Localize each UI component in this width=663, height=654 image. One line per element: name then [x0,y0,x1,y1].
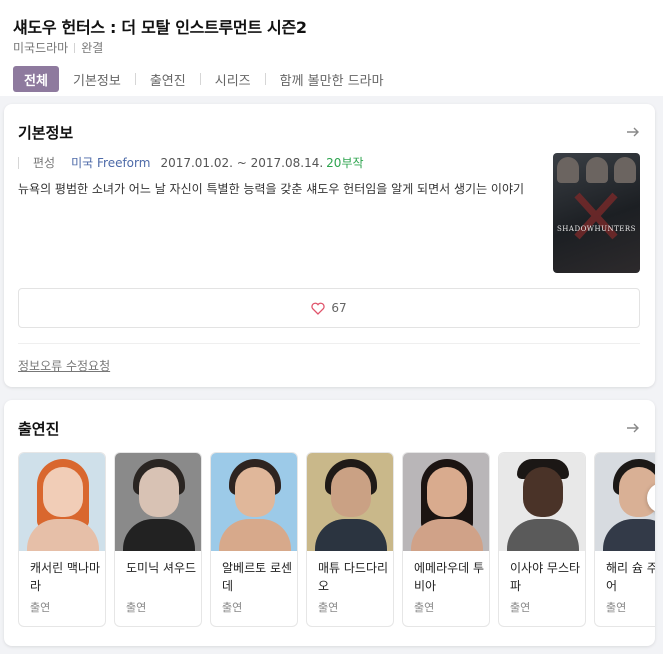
cast-role: 출연 [606,601,627,614]
arrow-right-icon[interactable] [625,420,641,436]
cast-member[interactable]: 매튜 다드다리오 출연 [306,452,394,627]
poster-face [557,157,579,183]
shoulders [315,519,387,551]
basic-info-card: 기본정보 편성 미국 Freeform 2017.01.02. ~ 2017.0… [4,104,655,387]
air-dates: 2017.01.02. ~ 2017.08.14. [160,155,324,170]
cast-photo [211,453,297,551]
poster-x-mark [574,192,618,240]
genre-label: 미국드라마 [13,41,69,55]
divider [199,73,201,85]
face [427,467,467,517]
tab-bar: 전체 기본정보 출연진 시리즈 함께 볼만한 드라마 [13,66,384,92]
cast-member[interactable]: 해리 슘 주니어 출연 [594,452,655,627]
cast-name: 알베르토 로센데 [222,561,293,593]
cast-title: 출연진 [18,420,60,438]
heart-icon [311,302,326,315]
cast-role: 출연 [30,601,51,614]
divider [74,42,76,53]
broadcast-info: 편성 미국 Freeform 2017.01.02. ~ 2017.08.14.… [18,154,364,171]
cast-member[interactable]: 이사야 무스타파 출연 [498,452,586,627]
cast-role: 출연 [222,601,243,614]
face [523,467,563,517]
cast-card-section: 출연진 캐서린 맥나마라 출연 도미닉 셔우드 출연 알베르토 로센데 출연 매… [4,400,655,646]
like-button[interactable]: 67 [18,288,640,328]
poster-face [585,157,608,183]
like-count: 67 [331,301,347,315]
cast-member[interactable]: 에메라우데 투비아 출연 [402,452,490,627]
cast-name: 캐서린 맥나마라 [30,561,101,593]
cast-photo [19,453,105,551]
broadcast-label: 편성 [33,156,56,170]
cast-member[interactable]: 도미닉 셔우드 출연 [114,452,202,627]
poster-face [614,157,636,183]
shoulders [507,519,579,551]
shoulders [219,519,291,551]
report-error-link[interactable]: 정보오류 수정요청 [18,357,110,374]
cast-photo [499,453,585,551]
cast-role: 출연 [510,601,531,614]
next-button[interactable] [647,483,655,513]
cast-photo [307,453,393,551]
cast-role: 출연 [126,601,147,614]
network-link[interactable]: 미국 Freeform [71,154,150,171]
status-label: 완결 [81,41,104,55]
face [43,467,83,517]
description: 뉴욕의 평범한 소녀가 어느 날 자신이 특별한 능력을 갖춘 섀도우 헌터임을… [18,182,525,196]
cast-list: 캐서린 맥나마라 출연 도미닉 셔우드 출연 알베르토 로센데 출연 매튜 다드… [18,452,655,627]
tab-related-dramas[interactable]: 함께 볼만한 드라마 [280,70,384,89]
header: 섀도우 헌터스 : 더 모탈 인스트루먼트 시즌2 미국드라마 완결 전체 기본… [0,0,663,96]
tab-all[interactable]: 전체 [13,66,59,92]
cast-role: 출연 [414,601,435,614]
cast-member[interactable]: 캐서린 맥나마라 출연 [18,452,106,627]
face [331,467,371,517]
cast-name: 이사야 무스타파 [510,561,581,593]
meta-line: 미국드라마 완결 [13,39,103,56]
basic-info-title: 기본정보 [18,124,74,142]
shoulders [603,519,655,551]
divider [18,156,19,169]
poster-faces [557,157,636,183]
cast-name: 에메라우데 투비아 [414,561,485,593]
divider [134,73,136,85]
arrow-right-icon[interactable] [625,124,641,140]
cast-photo [115,453,201,551]
poster-image[interactable]: SHADOWHUNTERS [553,153,640,273]
cast-member[interactable]: 알베르토 로센데 출연 [210,452,298,627]
face [235,467,275,517]
divider [18,343,640,344]
tab-cast[interactable]: 출연진 [150,70,186,89]
cast-name: 해리 슘 주니어 [606,561,655,593]
cast-name: 도미닉 셔우드 [126,561,197,575]
episode-count: 20부작 [326,156,364,170]
tab-basic-info[interactable]: 기본정보 [73,70,121,89]
shoulders [123,519,195,551]
poster-logo: SHADOWHUNTERS [557,225,636,233]
tab-series[interactable]: 시리즈 [215,70,251,89]
cast-role: 출연 [318,601,339,614]
cast-photo [403,453,489,551]
cast-name: 매튜 다드다리오 [318,561,389,593]
face [139,467,179,517]
divider [264,73,266,85]
chevron-right-icon [647,483,655,513]
cast-photo [595,453,655,551]
page-title: 섀도우 헌터스 : 더 모탈 인스트루먼트 시즌2 [13,18,307,37]
